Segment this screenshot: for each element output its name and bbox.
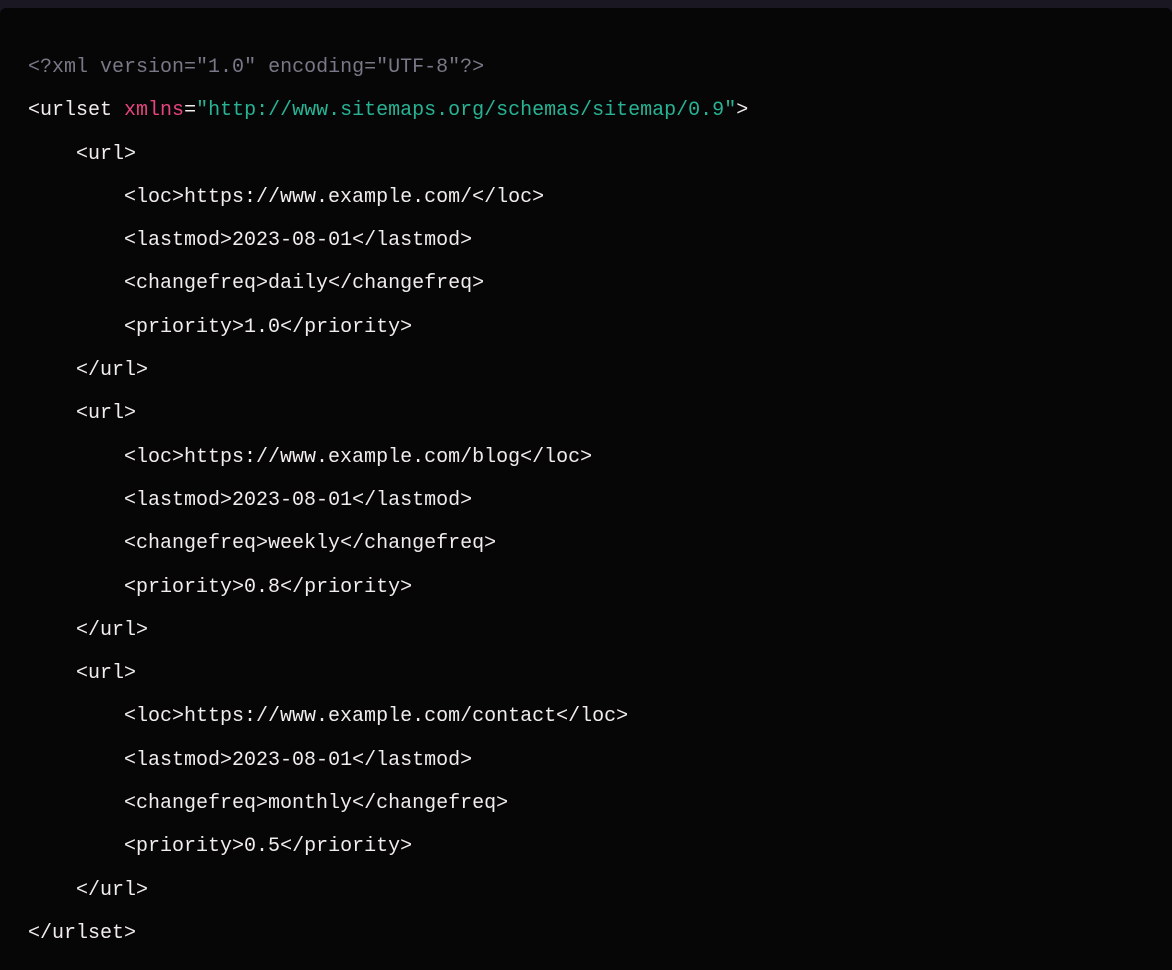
loc-value: https://www.example.com/ (184, 186, 472, 209)
url-open: <url> (76, 662, 136, 685)
lastmod-value: 2023-08-01 (232, 489, 352, 512)
changefreq-value: daily (268, 272, 328, 295)
code-block: <?xml version="1.0" encoding="UTF-8"?> <… (0, 8, 1172, 970)
url-close: </url> (76, 879, 148, 902)
changefreq-value: weekly (268, 532, 340, 555)
priority-value: 1.0 (244, 316, 280, 339)
url-open: <url> (76, 402, 136, 425)
url-close: </url> (76, 619, 148, 642)
xml-declaration: <?xml version="1.0" encoding="UTF-8"?> (28, 56, 484, 79)
url-open: <url> (76, 143, 136, 166)
url-close: </url> (76, 359, 148, 382)
lastmod-value: 2023-08-01 (232, 229, 352, 252)
xmlns-attr: xmlns (124, 99, 184, 122)
lastmod-value: 2023-08-01 (232, 749, 352, 772)
changefreq-value: monthly (268, 792, 352, 815)
urlset-close-tag: </urlset> (28, 922, 136, 945)
urlset-open-tag: <urlset (28, 99, 112, 122)
xml-source[interactable]: <?xml version="1.0" encoding="UTF-8"?> <… (28, 46, 1144, 955)
priority-value: 0.5 (244, 835, 280, 858)
priority-value: 0.8 (244, 576, 280, 599)
loc-value: https://www.example.com/blog (184, 446, 520, 469)
xmlns-value: "http://www.sitemaps.org/schemas/sitemap… (196, 99, 736, 122)
loc-value: https://www.example.com/contact (184, 705, 556, 728)
